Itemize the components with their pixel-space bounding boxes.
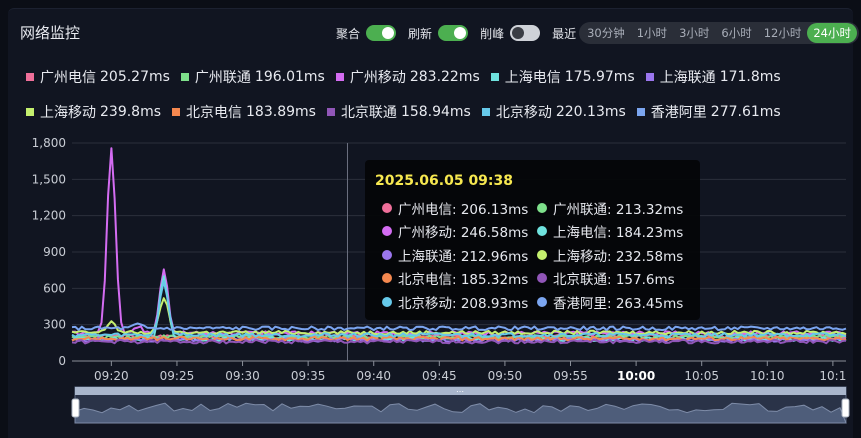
x-tick-label: 09:20 — [94, 369, 129, 383]
tooltip-text: 广州移动: 246.58ms — [398, 225, 529, 242]
tooltip-item: 广州电信: 206.13ms — [382, 196, 537, 220]
tooltip-text: 上海电信: 184.23ms — [553, 225, 684, 242]
tooltip-dot — [382, 273, 392, 284]
x-tick-label: 09:30 — [225, 369, 260, 383]
x-tick-label: 09:40 — [356, 369, 391, 383]
tooltip-item: 上海移动: 232.58ms — [537, 243, 687, 267]
tooltip-item: 香港阿里: 263.45ms — [537, 290, 687, 314]
y-tick-label: 1,200 — [32, 209, 66, 223]
tooltip-text: 北京联通: 157.6ms — [553, 272, 675, 289]
tooltip-text: 北京电信: 185.32ms — [398, 272, 529, 289]
x-tick-label: 10:1 — [819, 369, 846, 383]
tooltip-text: 香港阿里: 263.45ms — [553, 295, 684, 312]
x-tick-label: 10:05 — [684, 369, 719, 383]
tooltip-item: 北京电信: 185.32ms — [382, 267, 537, 291]
tooltip-item: 上海电信: 184.23ms — [537, 220, 687, 244]
x-tick-label: 09:35 — [291, 369, 326, 383]
tooltip-dot — [382, 249, 392, 260]
y-tick-label: 600 — [43, 281, 66, 295]
x-tick-label: 09:25 — [160, 369, 195, 383]
tooltip-dot — [537, 273, 547, 284]
tooltip-text: 广州电信: 206.13ms — [398, 201, 529, 218]
tooltip-dot — [382, 226, 392, 237]
tooltip-time: 2025.06.05 09:38 — [375, 173, 514, 189]
y-tick-label: 300 — [43, 318, 66, 332]
x-tick-label: 09:45 — [422, 369, 457, 383]
tooltip-text: 上海联通: 212.96ms — [398, 248, 529, 265]
tooltip-item: 广州移动: 246.58ms — [382, 220, 537, 244]
y-tick-label: 1,500 — [32, 172, 66, 186]
zoom-grip-icon: ⋯ — [456, 387, 464, 396]
x-tick-label: 10:10 — [750, 369, 785, 383]
tooltip-dot — [382, 202, 392, 213]
y-tick-label: 0 — [58, 354, 66, 368]
tooltip-item: 广州联通: 213.32ms — [537, 196, 687, 220]
zoom-left-handle — [71, 398, 80, 418]
tooltip-dot — [537, 202, 547, 213]
y-tick-label: 1,800 — [32, 136, 66, 150]
tooltip-item: 北京移动: 208.93ms — [382, 290, 537, 314]
tooltip-item: 北京联通: 157.6ms — [537, 267, 687, 291]
x-tick-label: 09:50 — [488, 369, 523, 383]
tooltip-dot — [537, 296, 547, 307]
tooltip-dot — [537, 226, 547, 237]
tooltip-item: 上海联通: 212.96ms — [382, 243, 537, 267]
tooltip-text: 广州联通: 213.32ms — [553, 201, 684, 218]
zoom-right-handle — [841, 398, 850, 418]
y-tick-label: 900 — [43, 245, 66, 259]
tooltip-items: 广州电信: 206.13ms 广州联通: 213.32ms 广州移动: 246.58… — [382, 196, 687, 314]
tooltip-dot — [537, 249, 547, 260]
x-tick-label: 10:00 — [617, 369, 655, 383]
chart-tooltip: 2025.06.05 09:38 广州电信: 206.13ms 广州联通: 213… — [365, 160, 700, 320]
tooltip-text: 北京移动: 208.93ms — [398, 295, 529, 312]
x-tick-label: 09:55 — [553, 369, 588, 383]
tooltip-text: 上海移动: 232.58ms — [553, 248, 684, 265]
tooltip-dot — [382, 296, 392, 307]
